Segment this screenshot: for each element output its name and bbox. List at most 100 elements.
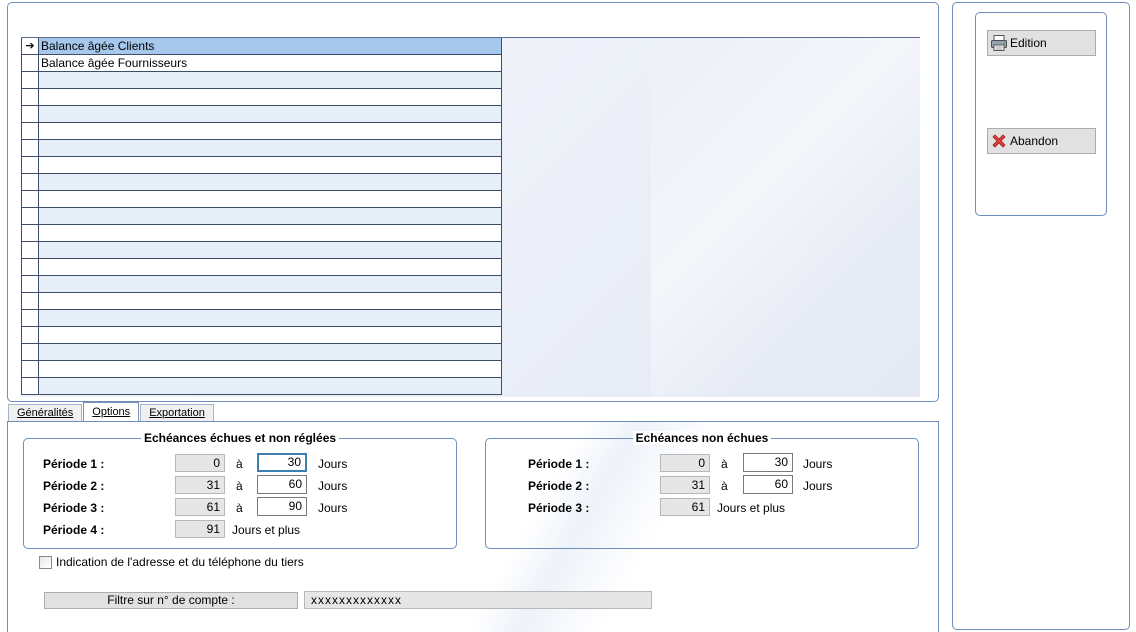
row-indicator — [22, 344, 39, 360]
row-indicator — [22, 242, 39, 258]
row-indicator — [22, 72, 39, 88]
grid-cell — [39, 191, 501, 207]
grid-row[interactable] — [22, 344, 501, 361]
row-indicator — [22, 225, 39, 241]
grid-row[interactable] — [22, 157, 501, 174]
row-indicator — [22, 378, 39, 394]
grid-cell — [39, 361, 501, 377]
grid-cell: Balance âgée Clients — [41, 39, 155, 53]
row-indicator — [22, 327, 39, 343]
overdue-period1-sep: à — [236, 457, 243, 471]
overdue-period1-label: Période 1 : — [43, 457, 105, 471]
grid-row[interactable] — [22, 310, 501, 327]
overdue-period3-to-input[interactable]: 90 — [257, 497, 307, 516]
tab-exportation[interactable]: Exportation — [140, 404, 214, 422]
address-phone-checkbox[interactable] — [39, 556, 52, 569]
notdue-period2-from: 31 — [660, 476, 710, 494]
overdue-period3-sep: à — [236, 501, 243, 515]
grid-cell — [39, 310, 501, 326]
account-filter-value: xxxxxxxxxxxxx — [304, 591, 652, 609]
overdue-period4-unit: Jours et plus — [232, 523, 301, 537]
grid-row[interactable] — [22, 174, 501, 191]
row-indicator — [22, 361, 39, 377]
grid-cell: Balance âgée Fournisseurs — [41, 56, 188, 70]
notdue-period1-from: 0 — [660, 454, 710, 472]
row-indicator — [22, 310, 39, 326]
grid-row[interactable] — [22, 140, 501, 157]
notdue-period1-to-input[interactable]: 30 — [743, 453, 793, 472]
grid-row[interactable] — [22, 327, 501, 344]
overdue-period2-from: 31 — [175, 476, 225, 494]
grid-cell — [39, 378, 501, 394]
abandon-button[interactable]: Abandon — [987, 128, 1096, 154]
address-phone-label: Indication de l'adresse et du téléphone … — [56, 555, 304, 569]
overdue-group-title: Echéances échues et non réglées — [140, 431, 340, 445]
grid-row[interactable] — [22, 276, 501, 293]
notdue-period1-label: Période 1 : — [528, 457, 590, 471]
grid-row[interactable] — [22, 123, 501, 140]
grid-row[interactable]: Balance âgée Fournisseurs — [22, 55, 501, 72]
grid-row[interactable]: ➔ Balance âgée Clients — [22, 38, 501, 55]
grid-cell — [39, 208, 501, 224]
grid-cell — [39, 293, 501, 309]
grid-cell — [39, 174, 501, 190]
edition-button-label: Edition — [1010, 36, 1047, 50]
grid-row[interactable] — [22, 89, 501, 106]
overdue-period3-label: Période 3 : — [43, 501, 105, 515]
overdue-period1-unit: Jours — [318, 457, 348, 471]
grid-cell — [39, 259, 501, 275]
grid-cell — [39, 157, 501, 173]
grid-row[interactable] — [22, 106, 501, 123]
row-indicator — [22, 259, 39, 275]
overdue-period3-unit: Jours — [318, 501, 348, 515]
row-indicator — [22, 89, 39, 105]
printer-icon — [991, 35, 1007, 51]
tab-options[interactable]: Options — [83, 402, 140, 422]
overdue-period2-unit: Jours — [318, 479, 348, 493]
row-indicator — [22, 123, 39, 139]
grid-cell — [39, 106, 501, 122]
grid-row[interactable] — [22, 208, 501, 225]
grid-row[interactable] — [22, 242, 501, 259]
grid-row[interactable] — [22, 225, 501, 242]
account-filter-button[interactable]: Filtre sur n° de compte : — [44, 592, 298, 609]
notdue-period2-label: Période 2 : — [528, 479, 590, 493]
grid-cell — [39, 123, 501, 139]
grid-cell — [39, 72, 501, 88]
grid-row[interactable] — [22, 378, 501, 395]
row-indicator — [22, 276, 39, 292]
not-due-group-title: Echéances non échues — [632, 431, 772, 445]
tab-generalites[interactable]: Généralités — [8, 404, 83, 422]
grid-row[interactable] — [22, 361, 501, 378]
row-indicator — [22, 140, 39, 156]
overdue-period1-from: 0 — [175, 454, 225, 472]
overdue-period2-to-input[interactable]: 60 — [257, 475, 307, 494]
notdue-period3-from: 61 — [660, 498, 710, 516]
row-indicator — [22, 106, 39, 122]
row-indicator — [22, 293, 39, 309]
row-indicator — [22, 55, 39, 71]
grid-cell — [39, 344, 501, 360]
row-indicator: ➔ — [22, 38, 39, 54]
edition-button[interactable]: Edition — [987, 30, 1096, 56]
row-indicator — [22, 157, 39, 173]
notdue-period3-unit: Jours et plus — [717, 501, 786, 515]
report-grid[interactable]: ➔ Balance âgée Clients Balance âgée Fourni… — [21, 37, 920, 398]
grid-cell — [39, 140, 501, 156]
row-indicator — [22, 191, 39, 207]
grid-cell — [39, 242, 501, 258]
grid-row[interactable] — [22, 293, 501, 310]
grid-cell — [39, 276, 501, 292]
overdue-period2-label: Période 2 : — [43, 479, 105, 493]
notdue-period2-unit: Jours — [803, 479, 833, 493]
abandon-button-label: Abandon — [1010, 134, 1059, 148]
grid-row[interactable] — [22, 259, 501, 276]
grid-row[interactable] — [22, 72, 501, 89]
grid-rows: ➔ Balance âgée Clients Balance âgée Fourni… — [21, 38, 502, 395]
red-x-icon — [992, 134, 1006, 148]
notdue-period2-sep: à — [721, 479, 728, 493]
notdue-period2-to-input[interactable]: 60 — [743, 475, 793, 494]
overdue-period1-to-input[interactable]: 30 — [257, 453, 307, 472]
overdue-period3-from: 61 — [175, 498, 225, 516]
grid-row[interactable] — [22, 191, 501, 208]
